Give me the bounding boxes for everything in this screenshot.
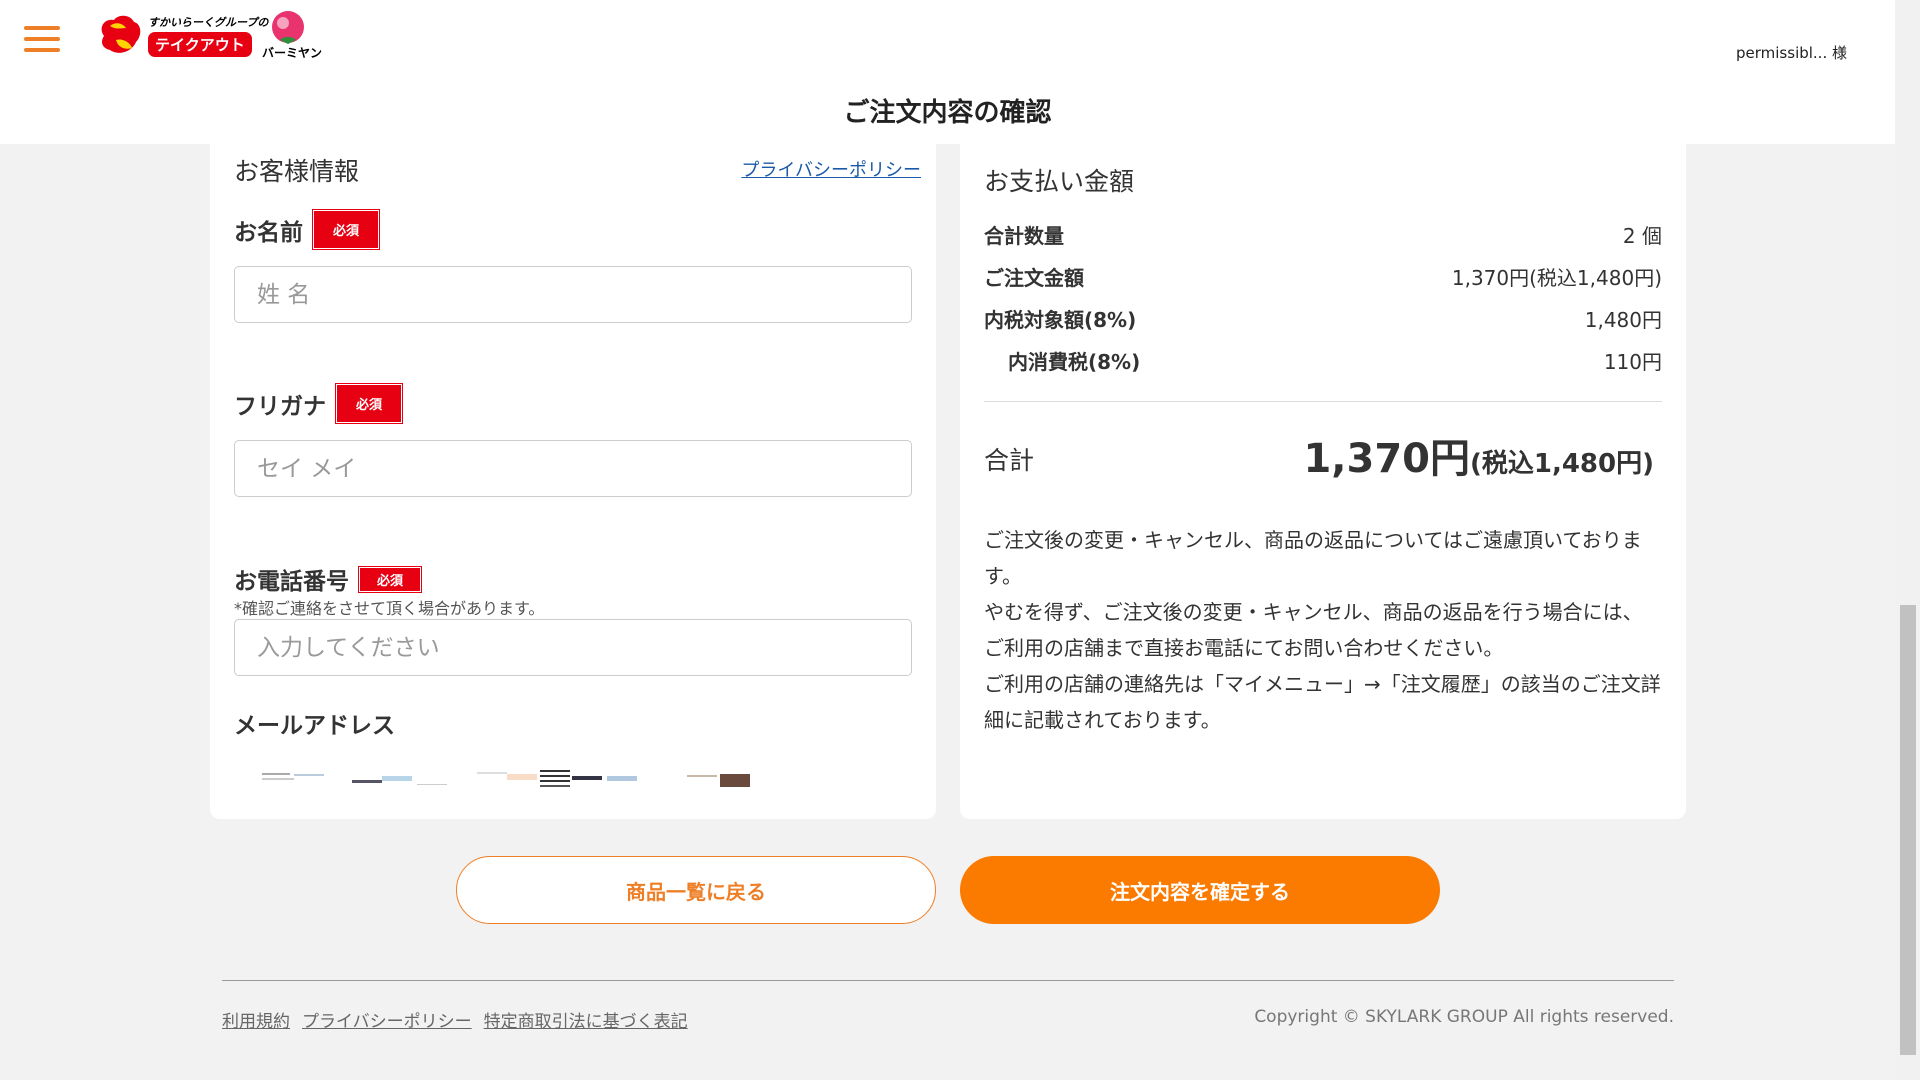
email-value-masked xyxy=(222,764,752,787)
footer-links: 利用規約 プライバシーポリシー 特定商取引法に基づく表記 xyxy=(222,1007,688,1032)
notice-line: ご注文後の変更・キャンセル、商品の返品についてはご遠慮頂いております。 xyxy=(984,528,1642,588)
privacy-policy-link[interactable]: プライバシーポリシー xyxy=(741,156,921,182)
required-badge: 必須 xyxy=(357,565,423,593)
summary-row-quantity: 合計数量 2 個 xyxy=(984,220,1662,250)
quantity-label: 合計数量 xyxy=(984,224,1064,248)
customer-info-heading: お客様情報 xyxy=(234,157,360,186)
payment-heading: お支払い金額 xyxy=(984,167,1135,196)
total-value: 1,370円(税込1,480円) xyxy=(1303,426,1654,484)
summary-divider xyxy=(984,401,1662,402)
tax-value: 110円 xyxy=(1603,350,1662,374)
terms-link[interactable]: 利用規約 xyxy=(222,1007,290,1032)
name-input[interactable] xyxy=(234,266,912,323)
takeout-badge: テイクアウト xyxy=(148,32,252,57)
tax-label: 内消費税(8%) xyxy=(1008,350,1141,374)
email-label: メールアドレス xyxy=(234,706,395,740)
name-label: お名前 必須 xyxy=(234,209,381,250)
total-label: 合計 xyxy=(984,446,1035,475)
kana-input[interactable] xyxy=(234,440,912,497)
cancellation-notice: ご注文後の変更・キャンセル、商品の返品についてはご遠慮頂いております。 やむを得… xyxy=(984,522,1662,738)
bamiyan-logo[interactable]: バーミヤン xyxy=(258,10,322,62)
summary-row-tax: 内消費税(8%) 110円 xyxy=(984,346,1662,376)
total-amount: 1,370円 xyxy=(1303,436,1470,482)
user-name[interactable]: permissibl... 様 xyxy=(1736,42,1847,63)
kana-label-text: フリガナ xyxy=(234,393,326,420)
page-title: ご注文内容の確認 xyxy=(843,98,1052,128)
payment-summary-card: お支払い金額 合計数量 2 個 ご注文金額 1,370円(税込1,480円) 内… xyxy=(960,144,1686,819)
customer-info-card: お客様情報 プライバシーポリシー お名前 必須 フリガナ 必須 お電話番号 必須… xyxy=(210,144,936,819)
phone-label: お電話番号 必須 xyxy=(234,562,423,596)
notice-line: やむを得ず、ご注文後の変更・キャンセル、商品の返品を行う場合には、ご利用の店舗ま… xyxy=(984,600,1643,660)
required-badge: 必須 xyxy=(334,383,404,424)
back-to-products-button[interactable]: 商品一覧に戻る xyxy=(456,856,936,924)
commercial-law-link[interactable]: 特定商取引法に基づく表記 xyxy=(484,1007,688,1032)
kana-label: フリガナ 必須 xyxy=(234,383,404,424)
email-label-text: メールアドレス xyxy=(234,713,395,739)
phone-input[interactable] xyxy=(234,619,912,676)
phone-label-text: お電話番号 xyxy=(234,569,349,595)
confirm-order-button[interactable]: 注文内容を確定する xyxy=(960,856,1440,924)
order-amount-label: ご注文金額 xyxy=(984,266,1084,290)
summary-row-order-amount: ご注文金額 1,370円(税込1,480円) xyxy=(984,262,1662,292)
hamburger-menu-icon[interactable] xyxy=(24,24,60,54)
footer-divider xyxy=(222,980,1674,981)
skylark-takeout-logo[interactable]: すかいらーくグループの テイクアウト xyxy=(96,12,268,60)
quantity-value: 2 個 xyxy=(1622,224,1662,248)
copyright: Copyright © SKYLARK GROUP All rights res… xyxy=(1254,1007,1674,1027)
footer-privacy-link[interactable]: プライバシーポリシー xyxy=(302,1007,472,1032)
bird-logo-icon xyxy=(101,15,141,53)
phone-note: *確認ご連絡をさせて頂く場合があります。 xyxy=(234,599,545,618)
name-label-text: お名前 xyxy=(234,219,303,246)
taxable-amount-value: 1,480円 xyxy=(1584,308,1662,332)
required-badge: 必須 xyxy=(311,209,381,250)
scrollbar-thumb[interactable] xyxy=(1900,605,1916,1055)
summary-row-taxable: 内税対象額(8%) 1,480円 xyxy=(984,304,1662,334)
taxable-amount-label: 内税対象額(8%) xyxy=(984,308,1137,332)
page-scrollbar[interactable] xyxy=(1896,0,1920,1080)
bamiyan-text: バーミヤン xyxy=(262,46,323,60)
peach-logo-icon xyxy=(272,11,304,44)
total-tax-included: (税込1,480円) xyxy=(1469,449,1654,479)
site-header: すかいらーくグループの テイクアウト バーミヤン permissibl... 様… xyxy=(0,0,1895,144)
brand-group-text: すかいらーくグループの xyxy=(148,16,269,29)
notice-line: ご利用の店舗の連絡先は「マイメニュー」→「注文履歴」の該当のご注文詳細に記載され… xyxy=(984,672,1661,732)
order-amount-value: 1,370円(税込1,480円) xyxy=(1451,266,1662,290)
